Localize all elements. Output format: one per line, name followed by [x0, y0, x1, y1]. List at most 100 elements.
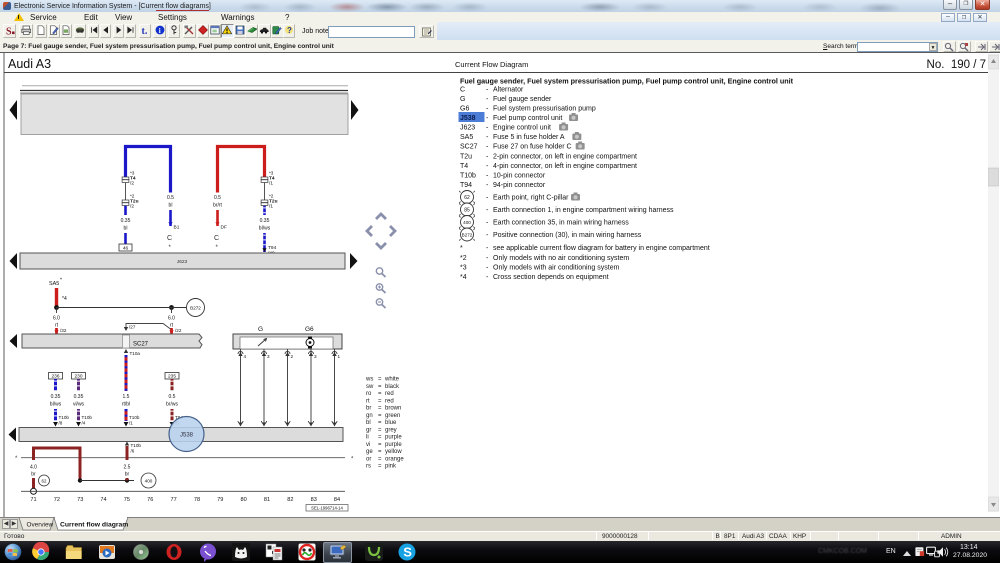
svg-text:*4: *4 [62, 296, 67, 302]
svg-text:G: G [460, 96, 465, 103]
svg-text:T10a: T10a [130, 351, 141, 356]
svg-text:0.35: 0.35 [51, 394, 61, 400]
svg-text:S: S [403, 545, 412, 560]
svg-text:/8: /8 [59, 421, 63, 426]
svg-text:purple: purple [385, 442, 402, 448]
svg-text:T2u: T2u [460, 154, 472, 161]
svg-text:-: - [486, 115, 489, 122]
svg-text:sw: sw [366, 384, 374, 390]
svg-text:br: br [31, 472, 36, 478]
svg-text:0.5: 0.5 [169, 394, 176, 400]
svg-text:236: 236 [51, 374, 59, 380]
svg-text:=: = [378, 377, 382, 383]
svg-text:-: - [486, 265, 489, 272]
svg-text:or: or [366, 456, 371, 462]
svg-text:4: 4 [244, 354, 247, 359]
svg-text:T10b: T10b [82, 415, 93, 420]
svg-text:80: 80 [241, 497, 247, 503]
svg-text:i: i [158, 27, 160, 35]
svg-text:=: = [378, 464, 382, 470]
svg-text:/6: /6 [131, 449, 135, 454]
svg-text:see applicable current flow di: see applicable current flow diagram for … [493, 245, 710, 252]
svg-text:-: - [486, 195, 489, 202]
svg-text:10-pin connector: 10-pin connector [493, 173, 546, 180]
svg-text:*3: *3 [460, 265, 467, 272]
svg-text:pink: pink [385, 464, 397, 470]
svg-text:1: 1 [338, 354, 341, 359]
svg-text:-: - [486, 220, 489, 227]
svg-text:2: 2 [291, 354, 294, 359]
svg-text:G6: G6 [305, 326, 314, 333]
svg-text:*2: *2 [130, 194, 135, 199]
svg-text:rt: rt [170, 323, 174, 329]
svg-text:SC27: SC27 [460, 144, 478, 151]
svg-text:rt: rt [366, 398, 370, 404]
svg-text:br/ws: br/ws [166, 402, 178, 408]
svg-text:T10b: T10b [460, 173, 476, 180]
svg-text:-: - [486, 173, 489, 180]
svg-text:G: G [258, 326, 263, 333]
svg-text:orange: orange [385, 456, 404, 462]
svg-text:0.5: 0.5 [214, 195, 221, 201]
svg-text:purple: purple [385, 435, 402, 441]
svg-text:rt/bl: rt/bl [122, 402, 130, 408]
svg-text:72: 72 [54, 497, 60, 503]
svg-text:Only models with air condition: Only models with air conditioning system [493, 265, 620, 272]
svg-text:Fuel system pressurisation pum: Fuel system pressurisation pump [493, 106, 596, 113]
svg-text:/32: /32 [60, 328, 67, 333]
svg-text:Overview: Overview [27, 521, 54, 528]
svg-text:/27: /27 [129, 325, 136, 330]
svg-text:73: 73 [77, 497, 83, 503]
svg-text:-: - [486, 125, 489, 132]
svg-text:75: 75 [124, 497, 130, 503]
svg-text:2-pin connector, on left in en: 2-pin connector, on left in engine compa… [493, 154, 637, 161]
svg-text:red: red [385, 391, 394, 397]
svg-text:84: 84 [334, 497, 340, 503]
svg-text:=: = [378, 384, 382, 390]
svg-text:Fuse 5 in fuse holder A: Fuse 5 in fuse holder A [493, 134, 565, 141]
svg-text:=: = [378, 456, 382, 462]
svg-text:Earth connection 1, in engine: Earth connection 1, in engine compartmen… [493, 207, 674, 214]
svg-text:230: 230 [74, 374, 82, 380]
svg-text:Fuel gauge sender: Fuel gauge sender [493, 96, 552, 103]
svg-text:=: = [378, 442, 382, 448]
svg-text:0.35: 0.35 [121, 218, 131, 224]
svg-text:-: - [486, 182, 489, 189]
svg-text:-: - [486, 255, 489, 262]
svg-text:rt: rt [55, 323, 59, 329]
svg-text:74: 74 [100, 497, 106, 503]
svg-text:Current flow diagram: Current flow diagram [60, 521, 128, 528]
svg-text:2.5: 2.5 [124, 465, 131, 471]
svg-text:?: ? [287, 26, 292, 35]
svg-text:J538: J538 [180, 433, 194, 439]
svg-text:=: = [378, 406, 382, 412]
svg-text:B272: B272 [190, 306, 201, 311]
svg-text:Fuel pump control unit: Fuel pump control unit [493, 115, 562, 122]
svg-text:DF: DF [221, 225, 227, 231]
svg-text:J623: J623 [460, 125, 475, 132]
svg-text:B272: B272 [462, 232, 473, 237]
svg-text:62: 62 [42, 479, 47, 484]
svg-text:*4: *4 [460, 274, 467, 281]
svg-text:78: 78 [194, 497, 200, 503]
svg-text:-: - [486, 245, 489, 252]
svg-text:/22: /22 [175, 328, 182, 333]
svg-text:Audi A3: Audi A3 [8, 57, 51, 71]
svg-text:B1: B1 [174, 225, 180, 231]
svg-text:rs: rs [366, 464, 371, 470]
svg-text:C: C [214, 235, 219, 242]
svg-text:*: * [460, 245, 463, 252]
svg-text:/2: /2 [130, 181, 134, 187]
svg-text:94-pin connector: 94-pin connector [493, 182, 546, 189]
svg-text:gr: gr [366, 427, 371, 433]
svg-text:No. 190 / 7: No. 190 / 7 [927, 59, 986, 71]
svg-text:Only models with no air condit: Only models with no air conditioning sys… [493, 255, 629, 262]
svg-text:4.0: 4.0 [30, 465, 37, 471]
svg-text:=: = [378, 398, 382, 404]
svg-text:*: * [216, 245, 219, 251]
svg-text:/1: /1 [129, 421, 133, 426]
svg-text:0.35: 0.35 [260, 218, 270, 224]
svg-text:3: 3 [267, 354, 270, 359]
svg-text:bl: bl [169, 203, 173, 209]
svg-text:bl: bl [366, 420, 371, 426]
